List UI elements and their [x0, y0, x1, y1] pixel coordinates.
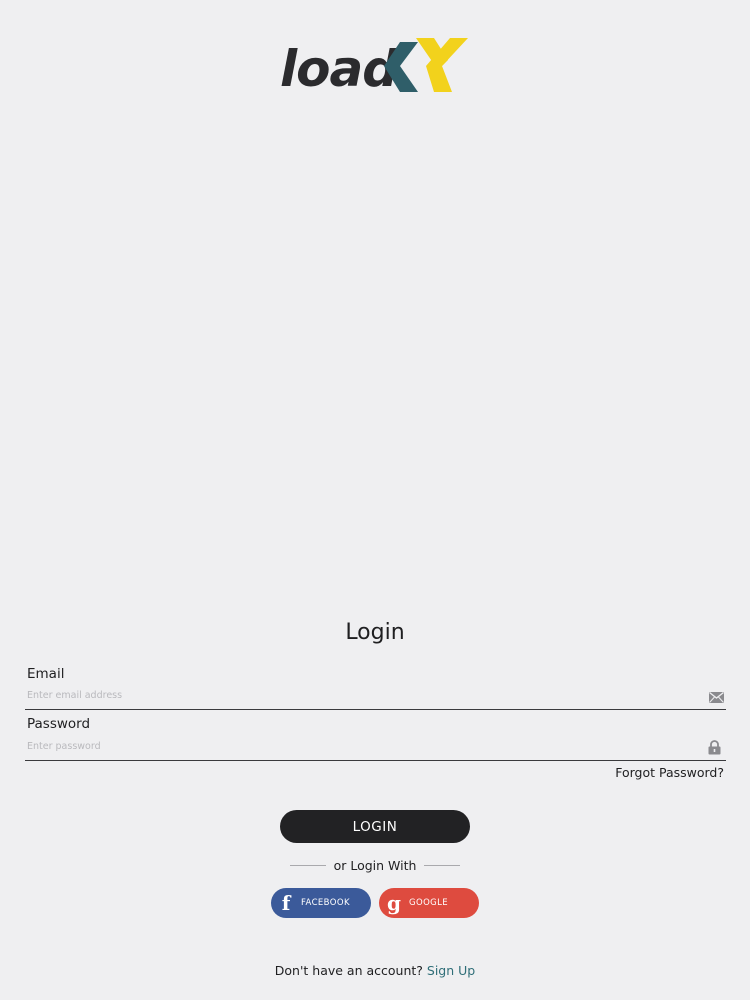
facebook-icon: f [281, 891, 291, 915]
google-login-button[interactable]: g GOOGLE [379, 888, 479, 918]
login-button[interactable]: LOGIN [280, 810, 470, 843]
divider-line-left [289, 865, 326, 866]
login-screen: load Login Email Password Forgot Passwor… [0, 0, 750, 1000]
facebook-label: FACEBOOK [301, 898, 350, 908]
loadx-logo: load [280, 38, 468, 98]
google-label: GOOGLE [409, 898, 449, 908]
email-label: Email [27, 666, 65, 682]
signup-link[interactable]: Sign Up [427, 963, 475, 978]
google-icon: g [387, 891, 401, 915]
signup-prompt: Don't have an account? [274, 963, 427, 978]
password-label: Password [27, 716, 91, 732]
lock-icon [706, 739, 722, 755]
app-logo: load [0, 34, 750, 98]
or-login-with-text: or Login With [333, 858, 417, 873]
password-field[interactable] [25, 733, 726, 761]
signup-row: Don't have an account? Sign Up [0, 963, 750, 978]
login-title: Login [345, 620, 405, 645]
social-divider: or Login With [0, 858, 750, 873]
forgot-password-link[interactable]: Forgot Password? [615, 765, 724, 780]
email-field[interactable] [25, 682, 726, 710]
divider-line-right [424, 865, 461, 866]
envelope-icon [708, 689, 724, 705]
facebook-login-button[interactable]: f FACEBOOK [271, 888, 371, 918]
svg-text:load: load [280, 40, 399, 98]
